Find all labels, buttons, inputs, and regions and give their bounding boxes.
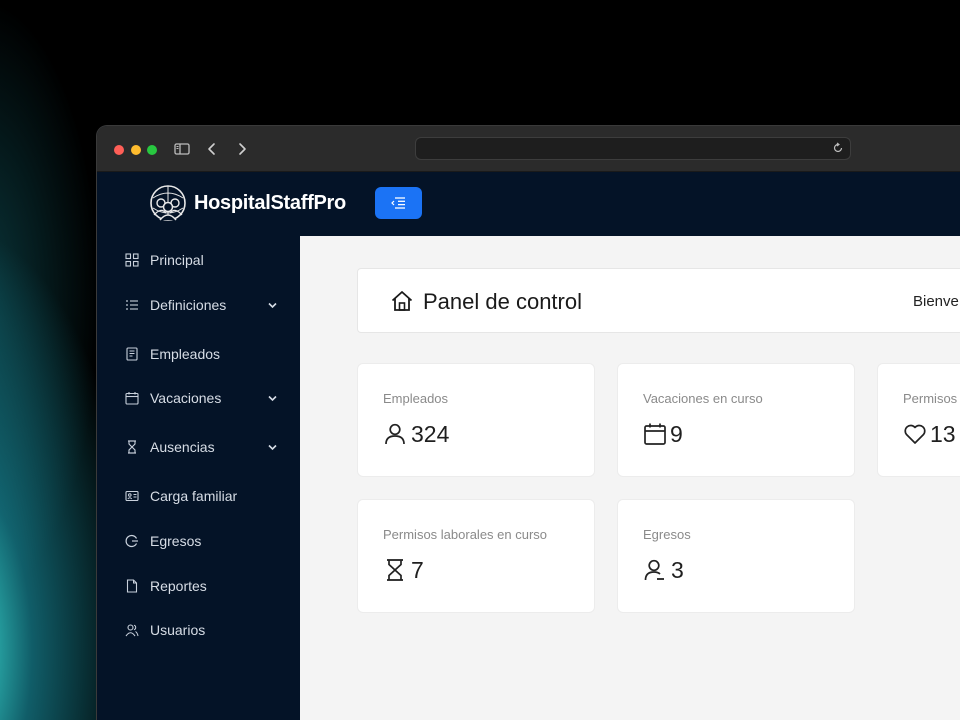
stat-card-egresos[interactable]: Egresos 3: [617, 499, 855, 613]
stat-value: 3: [671, 557, 684, 583]
chevron-down-icon[interactable]: [267, 393, 278, 404]
sidebar-item-label: Carga familiar: [150, 488, 238, 504]
hourglass-icon: [128, 440, 136, 454]
welcome-text: Bienve: [913, 293, 959, 310]
stat-value: 13: [930, 421, 956, 447]
user-minus-icon: [644, 559, 664, 581]
close-window-button[interactable]: [114, 145, 124, 155]
list-icon: [126, 300, 138, 310]
menu-collapse-icon: [391, 197, 405, 209]
sidebar-item-empleados[interactable]: Empleados: [97, 339, 300, 369]
browser-window: HospitalStaffPro Principal Definiciones …: [97, 126, 960, 720]
maximize-window-button[interactable]: [147, 145, 157, 155]
users-icon: [125, 624, 139, 637]
page-header: Panel de control Bienve: [357, 268, 960, 333]
hospital-staff-logo-icon: [150, 185, 186, 221]
exit-icon: [125, 534, 138, 548]
sidebar-item-principal[interactable]: Principal: [97, 245, 300, 275]
sidebar-item-carga-familiar[interactable]: Carga familiar: [97, 481, 300, 511]
sidebar-item-vacaciones[interactable]: Vacaciones: [97, 383, 300, 413]
sidebar-item-label: Definiciones: [150, 297, 227, 313]
sidebar-item-label: Principal: [150, 252, 204, 268]
heart-icon: [904, 424, 926, 444]
chevron-down-icon[interactable]: [267, 442, 278, 453]
app-topbar: HospitalStaffPro: [97, 172, 960, 236]
stat-value: 7: [411, 557, 424, 583]
chevron-down-icon[interactable]: [267, 300, 278, 311]
grid-icon: [125, 253, 139, 267]
user-icon: [385, 423, 405, 445]
sidebar-item-reportes[interactable]: Reportes: [97, 571, 300, 601]
hourglass-icon: [387, 559, 403, 581]
minimize-window-button[interactable]: [131, 145, 141, 155]
stat-value: 324: [411, 421, 450, 447]
address-bar[interactable]: [415, 137, 851, 160]
stat-label: Empleados: [383, 391, 449, 406]
sidebar-nav: Principal Definiciones Empleados Vacacio…: [97, 236, 300, 720]
sidebar-item-usuarios[interactable]: Usuarios: [97, 615, 300, 645]
browser-titlebar: [97, 126, 960, 172]
document-icon: [126, 347, 138, 361]
app-brand-name: HospitalStaffPro: [194, 192, 346, 214]
calendar-icon: [644, 423, 666, 445]
stat-value: 9: [670, 421, 683, 447]
sidebar-collapse-button[interactable]: [375, 187, 422, 219]
sidebar-item-label: Egresos: [150, 533, 202, 549]
sidebar-item-label: Ausencias: [150, 439, 215, 455]
sidebar-item-egresos[interactable]: Egresos: [97, 526, 300, 556]
id-card-icon: [125, 490, 139, 502]
file-icon: [126, 579, 138, 593]
reload-icon[interactable]: [832, 142, 844, 154]
stat-label: Egresos: [643, 527, 691, 542]
sidebar-item-label: Vacaciones: [150, 390, 222, 406]
sidebar-item-definiciones[interactable]: Definiciones: [97, 290, 300, 320]
sidebar-item-label: Empleados: [150, 346, 221, 362]
main-content: Panel de control Bienve Empleados 324 Va…: [300, 236, 960, 720]
calendar-icon: [125, 392, 139, 405]
page-title: Panel de control: [423, 289, 582, 314]
stat-label: Vacaciones en curso: [643, 391, 763, 406]
back-arrow-icon[interactable]: [203, 140, 221, 158]
stat-label: Permisos laborales en curso: [383, 527, 548, 542]
sidebar-item-label: Reportes: [150, 578, 207, 594]
stat-card-permisos-laborales[interactable]: Permisos laborales en curso 7: [357, 499, 595, 613]
stat-card-empleados[interactable]: Empleados 324: [357, 363, 595, 477]
sidebar-item-ausencias[interactable]: Ausencias: [97, 432, 300, 462]
home-icon: [391, 291, 413, 311]
forward-arrow-icon[interactable]: [233, 140, 251, 158]
sidebar-item-label: Usuarios: [150, 622, 206, 638]
stat-card-vacaciones[interactable]: Vacaciones en curso 9: [617, 363, 855, 477]
stat-card-permisos[interactable]: Permisos 13: [877, 363, 960, 477]
sidebar-toggle-icon[interactable]: [173, 140, 191, 158]
stat-label: Permisos: [903, 391, 958, 406]
